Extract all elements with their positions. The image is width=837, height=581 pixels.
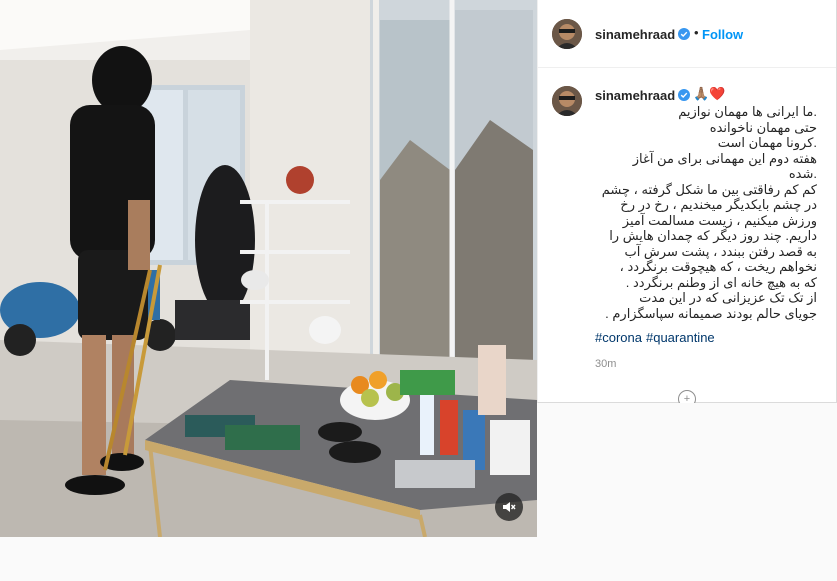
caption-line: .کرونا مهمان است — [717, 135, 817, 150]
follow-button[interactable]: Follow — [702, 27, 743, 42]
caption-hashtags: #corona #quarantine — [595, 330, 719, 345]
caption-line: هفته دوم این مهمانی برای من آغاز — [632, 150, 817, 166]
caption-line: در چشم بایکدیگر میخندیم ، رخ در رخ — [620, 197, 817, 212]
avatar-image — [552, 86, 582, 116]
caption-emoji: 🙏🏽❤️ — [693, 86, 726, 101]
post-header: sinamehraad • Follow — [538, 0, 836, 68]
author-username[interactable]: sinamehraad — [595, 27, 675, 42]
verified-badge-icon — [678, 28, 690, 40]
caption-line: .ما ایرانی ها مهمان نوازیم — [678, 104, 817, 119]
caption-line: جویای حالم بودند صمیمانه سپاسگزارم . — [605, 305, 817, 321]
speaker-muted-icon — [503, 502, 516, 512]
caption-line: که به هیچ خانه ای از وطنم برنگردد . — [625, 274, 817, 290]
caption-line: ورزش میکنیم ، زیست مسالمت آمیز — [622, 212, 817, 228]
avatar-image — [552, 19, 582, 49]
caption-line: به قصد رفتن ببندد ، پشت سرش آب — [624, 243, 817, 259]
post-media-video[interactable] — [0, 0, 537, 537]
page-background — [537, 403, 837, 581]
caption-author-avatar[interactable] — [552, 86, 582, 116]
mute-toggle-button[interactable] — [495, 493, 523, 521]
caption-line: از تک تک عزیزانی که در این مدت — [639, 290, 817, 305]
video-frame-illustration — [0, 0, 537, 537]
caption-line: .شده — [788, 166, 817, 181]
author-avatar[interactable] — [552, 19, 582, 49]
header-separator: • — [694, 25, 699, 40]
caption-line: داریم. چند روز دیگر که چمدان هایش را — [609, 228, 817, 243]
page-background — [0, 537, 537, 581]
post-timestamp[interactable]: 30m — [595, 358, 616, 370]
caption-line: حتی مهمان ناخوانده — [709, 119, 817, 135]
caption-username[interactable]: sinamehraad — [595, 88, 675, 103]
hashtag-link[interactable]: #quarantine — [646, 330, 715, 345]
hashtag-link[interactable]: #corona — [595, 330, 642, 345]
caption-text: .ما ایرانی ها مهمان نوازیم حتی مهمان ناخ… — [595, 104, 817, 321]
verified-badge-icon — [678, 89, 690, 101]
caption-line: نخواهم ریخت ، که هیچوقت برنگردد ، — [619, 259, 817, 274]
caption-line: کم کم رفاقتی بین ما شکل گرفته ، چشم — [601, 181, 817, 197]
post-sidebar: sinamehraad • Follow sinamehraad 🙏🏽❤️ .م… — [537, 0, 837, 408]
